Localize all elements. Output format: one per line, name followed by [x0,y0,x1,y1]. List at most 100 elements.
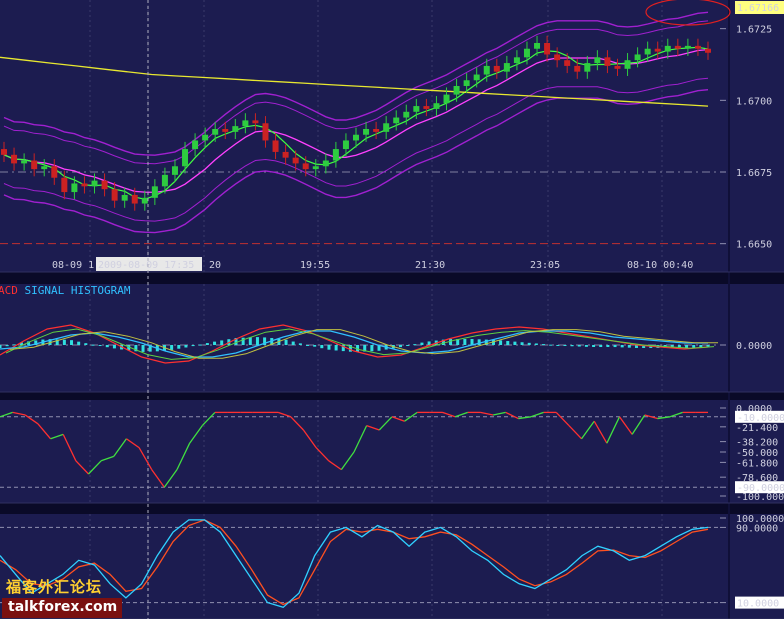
macd-histogram-bar [556,345,560,346]
candle-body [664,45,671,52]
candle-body [151,186,158,198]
williams-segment [366,424,380,431]
candle-body [513,57,520,64]
candle-body [262,123,269,141]
candle-body [1,149,7,155]
macd-histogram-bar [577,345,581,347]
williams-segment [454,411,468,418]
williams-segment [378,416,393,431]
candle-body [363,129,370,135]
macd-histogram-bar [427,341,431,345]
candle-body [554,54,561,61]
candle-body [634,54,641,61]
candle-body [342,140,349,150]
macd-histogram-bar [398,345,402,348]
williams-segment [0,411,13,418]
stoch-highlight-label: 10.0000 [737,599,779,610]
williams-segment [126,438,140,449]
williams-segment [138,447,153,470]
candle-body [403,111,410,118]
macd-histogram-bar [112,345,116,349]
macd-histogram-bar [599,345,603,347]
macd-histogram-bar [205,343,209,345]
macd-histogram-bar [105,345,109,348]
williams-segment [505,411,519,420]
candle-body [292,157,299,164]
candle-body [81,183,88,187]
candle-body [544,43,551,55]
stoch-k-line [0,519,709,609]
macd-histogram-bar [141,345,145,352]
macd-histogram-bar [306,345,310,346]
williams-tick-label: -61.800 [736,458,778,469]
candle-body [383,123,390,132]
macd-legend-macd: ACD [0,284,18,297]
macd-histogram-bar [506,341,510,345]
candle-body [161,174,168,187]
williams-tick-label: -38.200 [736,438,778,449]
williams-segment [12,411,26,416]
williams-tick-label: -50.000 [736,448,778,459]
macd-histogram-bar [592,345,596,347]
candle-body [61,177,68,193]
time-tick-label: 20 [209,260,221,271]
williams-segment [328,460,342,471]
candle-body [433,103,440,109]
candle-body [192,140,199,150]
time-tick-label: 23:05 [530,260,560,271]
candle-body [121,194,128,201]
candle-body [182,149,189,167]
williams-segment [340,451,355,470]
macd-histogram-bar [70,340,74,345]
candle-body [503,63,510,72]
macd-histogram-bar [513,341,517,345]
panel-separator [0,392,784,400]
macd-histogram-bar [191,345,195,347]
candle-body [594,57,601,64]
panel-separator [0,272,784,284]
williams-tick-label: -21.400 [736,423,778,434]
price-tick-label: 1.6700 [736,96,772,107]
williams-segment [151,469,165,488]
macd-histogram-bar [98,345,102,346]
macd-histogram-bar [406,345,410,346]
candle-body [463,80,470,86]
watermark-url: talkforex.com [8,599,118,615]
time-tick-label: 21:30 [415,260,445,271]
macd-histogram-bar [420,342,424,345]
signal-line [0,330,708,358]
candle-body [373,129,380,132]
macd-histogram-bar [499,340,503,345]
macd-histogram-bar [177,345,181,349]
macd-histogram-bar [5,345,9,347]
candle-body [614,65,621,69]
candle-body [654,48,661,52]
chart-canvas[interactable]: 1.6725 1.6700 1.6675 1.6650 08-09 1 20 19:55 21… [0,0,784,619]
macd-histogram-bar [563,345,567,346]
williams-segment [163,469,178,488]
candle-body [413,106,420,112]
macd-histogram-bar [298,343,302,345]
candle-body [674,45,681,49]
macd-histogram-bar [327,345,331,350]
candle-body [393,117,400,124]
candle-body [282,151,289,158]
candle-body [41,166,48,170]
stoch-tick-label: 90.0000 [736,523,778,534]
macd-legend: ACD SIGNAL HISTOGRAM [0,284,131,297]
macd-histogram-bar [370,345,374,352]
macd-tick-label: 0.0000 [736,341,772,352]
candle-body [684,45,691,49]
williams-segment [176,442,191,470]
candle-body [222,129,229,132]
williams-segment [581,420,595,440]
macd-histogram-bar [0,345,2,348]
williams-segment [113,438,127,457]
candle-body [644,48,651,55]
williams-segment [302,429,317,448]
macd-histogram-bar [77,341,81,345]
candle-body [91,180,98,187]
williams-segment [201,411,216,427]
chart-window[interactable]: 1.6725 1.6700 1.6675 1.6650 08-09 1 20 19:55 21… [0,0,784,619]
price-tick-label: 1.6675 [736,168,772,179]
